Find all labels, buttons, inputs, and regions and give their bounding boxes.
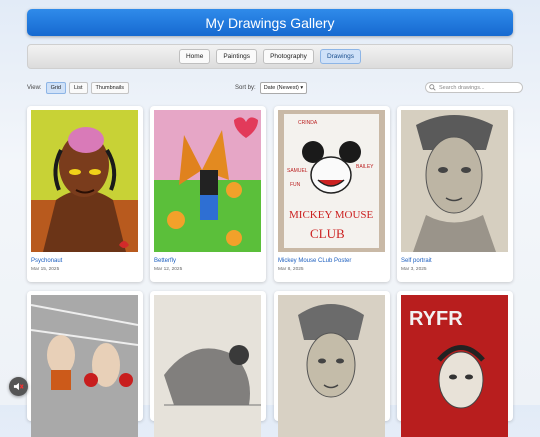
- page-header: My Drawings Gallery: [27, 9, 513, 36]
- view-label: View:: [27, 85, 42, 91]
- gallery-card[interactable]: Self portrait Mar 3, 2025: [397, 106, 513, 282]
- mute-button[interactable]: [9, 377, 28, 396]
- gallery-card[interactable]: CRINDA SAMUEL BAILEY FUN MICKEY MOUSE CL…: [274, 106, 390, 282]
- card-date: Mar 15, 2025: [31, 267, 60, 272]
- card-title[interactable]: Mickey Mouse CLub Poster: [278, 258, 351, 264]
- poster-right-text: BAILEY: [356, 164, 374, 170]
- gallery-card[interactable]: [150, 291, 266, 437]
- speaker-muted-icon: [13, 382, 24, 391]
- view-list-button[interactable]: List: [68, 82, 88, 94]
- card-title[interactable]: Self portrait: [401, 258, 432, 264]
- gallery-card[interactable]: Psychonaut Mar 15, 2025: [27, 106, 143, 282]
- sort-value: Date (Newest): [263, 85, 299, 91]
- view-grid-button[interactable]: Grid: [45, 82, 66, 94]
- card-date: Mar 3, 2025: [401, 267, 427, 272]
- search-placeholder: Search drawings...: [439, 84, 485, 91]
- card-title[interactable]: Psychonaut: [31, 258, 62, 264]
- gallery-card[interactable]: RYFR: [397, 291, 513, 437]
- sort-select[interactable]: Date (Newest) ▾: [259, 82, 308, 94]
- search-input[interactable]: Search drawings...: [425, 82, 523, 93]
- poster-left-text: SAMUEL: [287, 168, 308, 174]
- portrait-sketch-thumbnail[interactable]: [278, 295, 385, 437]
- poster-main2-text: CLUB: [310, 226, 345, 241]
- gallery-toolbar: View: Grid List Thumbnails Sort by: Date…: [27, 78, 523, 98]
- gallery-card[interactable]: [27, 291, 143, 437]
- portrait-graffiti-text: RYFR: [409, 308, 463, 330]
- self-portrait-thumbnail[interactable]: [401, 110, 508, 252]
- card-date: Mar 12, 2025: [154, 267, 183, 272]
- sort-label: Sort by:: [235, 85, 256, 91]
- poster-main1-text: MICKEY MOUSE: [289, 209, 374, 221]
- search-icon: [429, 84, 436, 91]
- page-title: My Drawings Gallery: [205, 14, 335, 31]
- betterfly-thumbnail[interactable]: [154, 110, 261, 252]
- nav-paintings[interactable]: Paintings: [216, 49, 258, 64]
- nav-drawings[interactable]: Drawings: [319, 49, 362, 64]
- card-title[interactable]: Betterfly: [154, 258, 176, 264]
- animal-sketch-thumbnail[interactable]: [154, 295, 261, 437]
- nav-photography[interactable]: Photography: [263, 49, 314, 64]
- poster-top-text: CRINDA: [298, 120, 318, 126]
- red-portrait-thumbnail[interactable]: RYFR: [401, 295, 508, 437]
- gallery-card[interactable]: Betterfly Mar 12, 2025: [150, 106, 266, 282]
- gallery-card[interactable]: [274, 291, 390, 437]
- boxing-thumbnail[interactable]: [31, 295, 138, 437]
- card-date: Mar 8, 2025: [278, 267, 304, 272]
- mickey-poster-thumbnail[interactable]: CRINDA SAMUEL BAILEY FUN MICKEY MOUSE CL…: [278, 110, 385, 252]
- poster-left2-text: FUN: [290, 182, 301, 188]
- view-thumbnails-button[interactable]: Thumbnails: [90, 82, 129, 94]
- sort-control: Sort by: Date (Newest) ▾: [235, 82, 308, 94]
- nav-home[interactable]: Home: [178, 49, 211, 64]
- psychonaut-thumbnail[interactable]: [31, 110, 138, 252]
- main-nav: Home Paintings Photography Drawings: [27, 44, 513, 69]
